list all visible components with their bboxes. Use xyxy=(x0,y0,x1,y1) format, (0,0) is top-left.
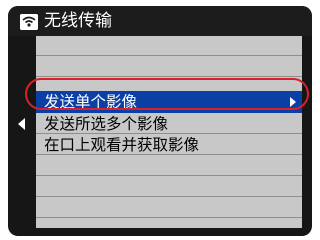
highlight-ring xyxy=(25,78,309,110)
empty-row xyxy=(36,36,302,56)
title-bar: 无线传输 xyxy=(8,6,312,36)
menu-item-label: 发送所选多个影像 xyxy=(44,115,169,133)
camera-lcd: 无线传输 发送单个影像 发送所选多个影像 在口上观看并获取影像 xyxy=(8,6,312,236)
menu-item-view-and-get-images[interactable]: 在口上观看并获取影像 xyxy=(36,135,302,155)
camera-screen: 无线传输 发送单个影像 发送所选多个影像 在口上观看并获取影像 xyxy=(0,0,320,240)
empty-row xyxy=(36,156,302,176)
empty-row xyxy=(36,177,302,197)
menu-item-send-selected-images[interactable]: 发送所选多个影像 xyxy=(36,114,302,134)
empty-row xyxy=(36,198,302,218)
left-arrow-icon[interactable] xyxy=(18,118,25,130)
wifi-device-icon xyxy=(20,14,38,30)
menu-list: 发送单个影像 发送所选多个影像 在口上观看并获取影像 xyxy=(36,36,302,228)
menu-item-label: 在口上观看并获取影像 xyxy=(44,136,200,154)
empty-row xyxy=(36,57,302,77)
page-title: 无线传输 xyxy=(44,11,112,31)
